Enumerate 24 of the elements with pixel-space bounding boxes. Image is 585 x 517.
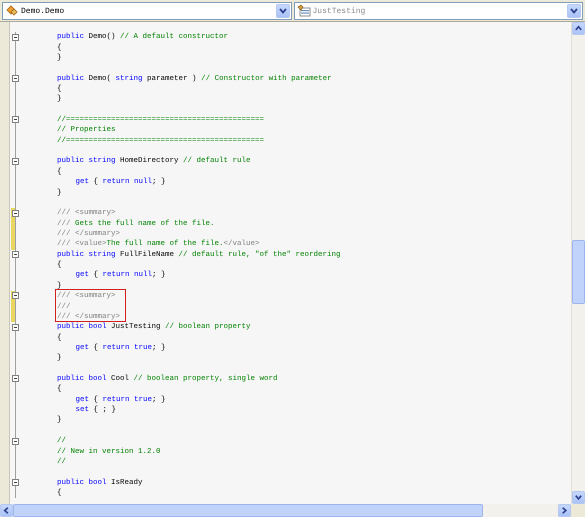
- type-dropdown[interactable]: Demo.Demo: [2, 2, 292, 20]
- vertical-scrollbar[interactable]: [571, 22, 585, 504]
- collapse-icon[interactable]: [12, 74, 19, 82]
- collapse-icon[interactable]: [12, 158, 19, 165]
- collapse-icon[interactable]: [12, 116, 19, 124]
- dropdown-text: Demo.Demo: [21, 6, 66, 16]
- scroll-down-button[interactable]: [572, 491, 585, 504]
- collapse-icon[interactable]: [12, 292, 19, 300]
- property-icon: [296, 4, 310, 18]
- dropdown-text: JustTesting: [312, 6, 366, 16]
- collapse-icon[interactable]: [12, 324, 19, 331]
- scroll-left-button[interactable]: [0, 504, 13, 517]
- scroll-up-button[interactable]: [572, 22, 585, 35]
- scroll-thumb[interactable]: [572, 240, 585, 304]
- scroll-thumb[interactable]: [13, 504, 483, 517]
- collapse-icon[interactable]: [12, 251, 19, 258]
- collapse-icon[interactable]: [12, 438, 19, 445]
- collapse-icon[interactable]: [12, 210, 19, 217]
- class-icon: [5, 4, 19, 18]
- scroll-right-button[interactable]: [558, 504, 571, 517]
- collapse-icon[interactable]: [12, 478, 19, 486]
- horizontal-scrollbar[interactable]: [0, 504, 571, 517]
- collapse-icon[interactable]: [12, 375, 19, 382]
- collapse-icon[interactable]: [12, 34, 19, 40]
